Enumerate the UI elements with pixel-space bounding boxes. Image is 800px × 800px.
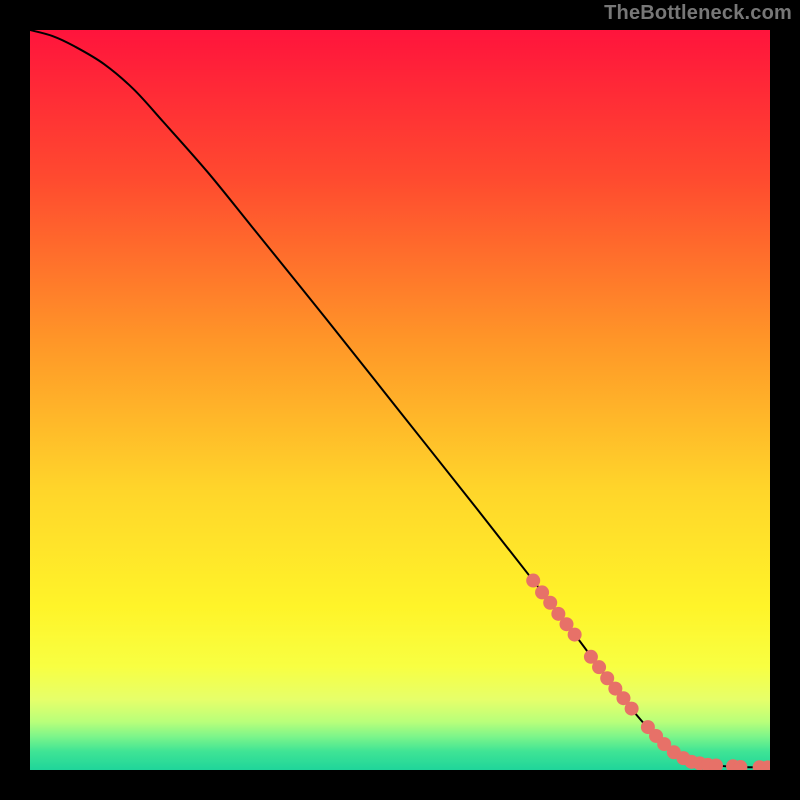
gradient-rect	[30, 30, 770, 770]
data-marker	[526, 574, 540, 588]
chart-frame: TheBottleneck.com	[0, 0, 800, 800]
data-marker	[625, 702, 639, 716]
chart-svg	[30, 30, 770, 770]
data-marker	[568, 628, 582, 642]
plot-area	[30, 30, 770, 770]
watermark-text: TheBottleneck.com	[604, 2, 792, 25]
